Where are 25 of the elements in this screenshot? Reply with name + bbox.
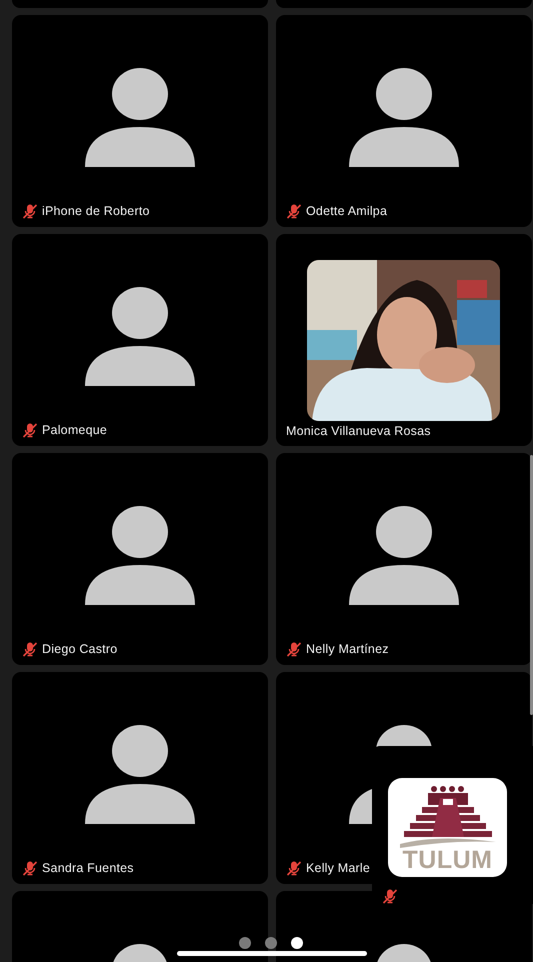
participant-name: Odette Amilpa (306, 204, 388, 218)
video-tile[interactable]: Nelly Martínez (276, 453, 532, 665)
video-tile[interactable]: Odette Amilpa (276, 15, 532, 227)
video-tile[interactable]: iPhone de Roberto (12, 15, 268, 227)
participant-name: Nelly Martínez (306, 642, 389, 656)
participant-name: Palomeque (42, 423, 108, 437)
video-tile[interactable]: Diego Castro (12, 453, 268, 665)
video-tile[interactable] (12, 891, 268, 962)
avatar-silhouette-icon (85, 67, 195, 169)
participant-name: iPhone de Roberto (42, 204, 150, 218)
participant-name: Monica Villanueva Rosas (286, 424, 431, 438)
video-tile[interactable] (12, 0, 268, 8)
avatar-silhouette-icon (349, 67, 459, 169)
avatar-silhouette-icon (85, 505, 195, 607)
video-tile[interactable]: Monica Villanueva Rosas (276, 234, 532, 446)
video-tile[interactable]: Sandra Fuentes (12, 672, 268, 884)
participant-name: Sandra Fuentes (42, 861, 134, 875)
participant-name: Diego Castro (42, 642, 118, 656)
avatar-silhouette-icon (85, 286, 195, 388)
video-tile[interactable] (276, 0, 532, 8)
logo-text: TULUM (402, 848, 492, 872)
video-tile[interactable]: Palomeque (12, 234, 268, 446)
participant-name: Kelly Marle (306, 861, 370, 875)
avatar-silhouette-icon (349, 505, 459, 607)
avatar-silhouette-icon (85, 724, 195, 826)
